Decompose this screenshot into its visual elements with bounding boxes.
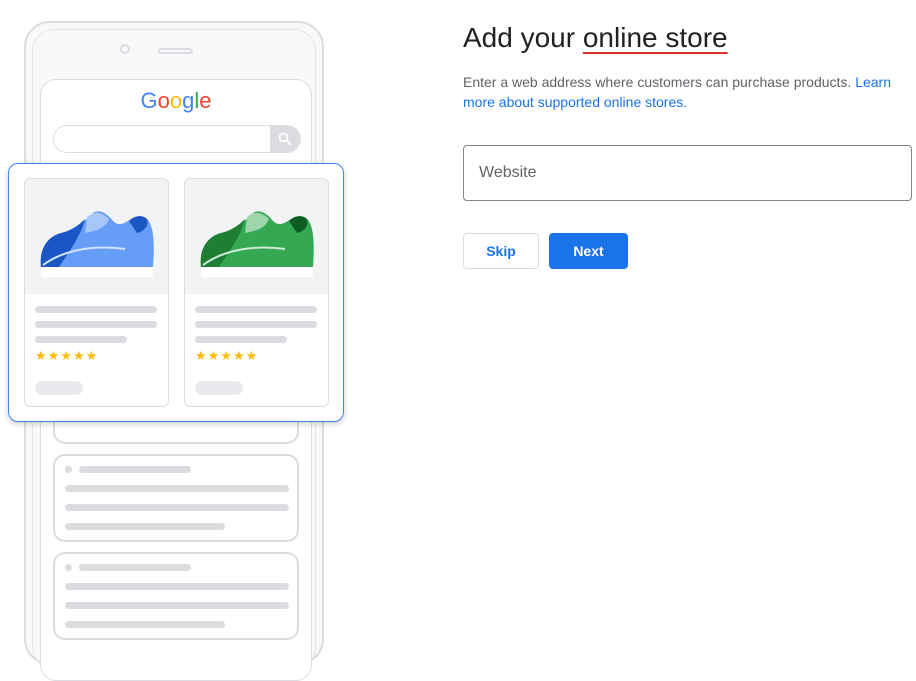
placeholder-line	[35, 306, 157, 313]
logo-letter: o	[157, 88, 170, 113]
phone-camera	[120, 44, 130, 54]
product-card: ★★★★★	[184, 178, 329, 407]
placeholder-dot	[65, 466, 72, 473]
placeholder-line	[79, 466, 191, 473]
page-description: Enter a web address where customers can …	[463, 72, 913, 112]
logo-letter: g	[182, 88, 195, 113]
result-card-placeholder	[53, 454, 299, 542]
placeholder-line	[65, 621, 225, 628]
rating-stars: ★★★★★	[195, 348, 259, 363]
logo-letter: e	[199, 88, 212, 113]
price-placeholder	[195, 381, 243, 395]
placeholder-line	[79, 564, 191, 571]
website-field[interactable]	[463, 145, 912, 201]
website-input[interactable]	[464, 146, 911, 200]
result-card-placeholder	[53, 552, 299, 640]
product-image	[185, 179, 328, 294]
placeholder-line	[195, 306, 317, 313]
placeholder-line	[65, 602, 289, 609]
rating-stars: ★★★★★	[35, 348, 99, 363]
title-highlight: online store	[582, 22, 728, 53]
description-text: Enter a web address where customers can …	[463, 74, 856, 90]
logo-letter: G	[140, 88, 158, 113]
placeholder-line	[35, 321, 157, 328]
placeholder-line	[65, 523, 225, 530]
title-prefix: Add your	[463, 22, 583, 53]
product-card: ★★★★★	[24, 178, 169, 407]
placeholder-line	[65, 504, 289, 511]
placeholder-line	[65, 485, 289, 492]
placeholder-line	[35, 336, 127, 343]
shoe-icon	[200, 211, 314, 277]
placeholder-dot	[65, 564, 72, 571]
mini-search-bar	[53, 125, 301, 153]
google-logo: Google	[41, 88, 311, 114]
logo-letter: o	[169, 88, 183, 113]
placeholder-line	[195, 321, 317, 328]
next-button[interactable]: Next	[549, 233, 628, 269]
placeholder-line	[195, 336, 287, 343]
placeholder-line	[65, 583, 289, 590]
page-title: Add your online store	[463, 22, 728, 54]
skip-button[interactable]: Skip	[463, 233, 539, 269]
phone-speaker	[158, 48, 193, 54]
shoe-icon	[40, 211, 154, 277]
product-image	[25, 179, 168, 294]
mini-search-button	[270, 126, 300, 152]
price-placeholder	[35, 381, 83, 395]
search-icon	[278, 132, 292, 146]
product-carousel: ★★★★★ ★★★★★	[8, 163, 344, 422]
